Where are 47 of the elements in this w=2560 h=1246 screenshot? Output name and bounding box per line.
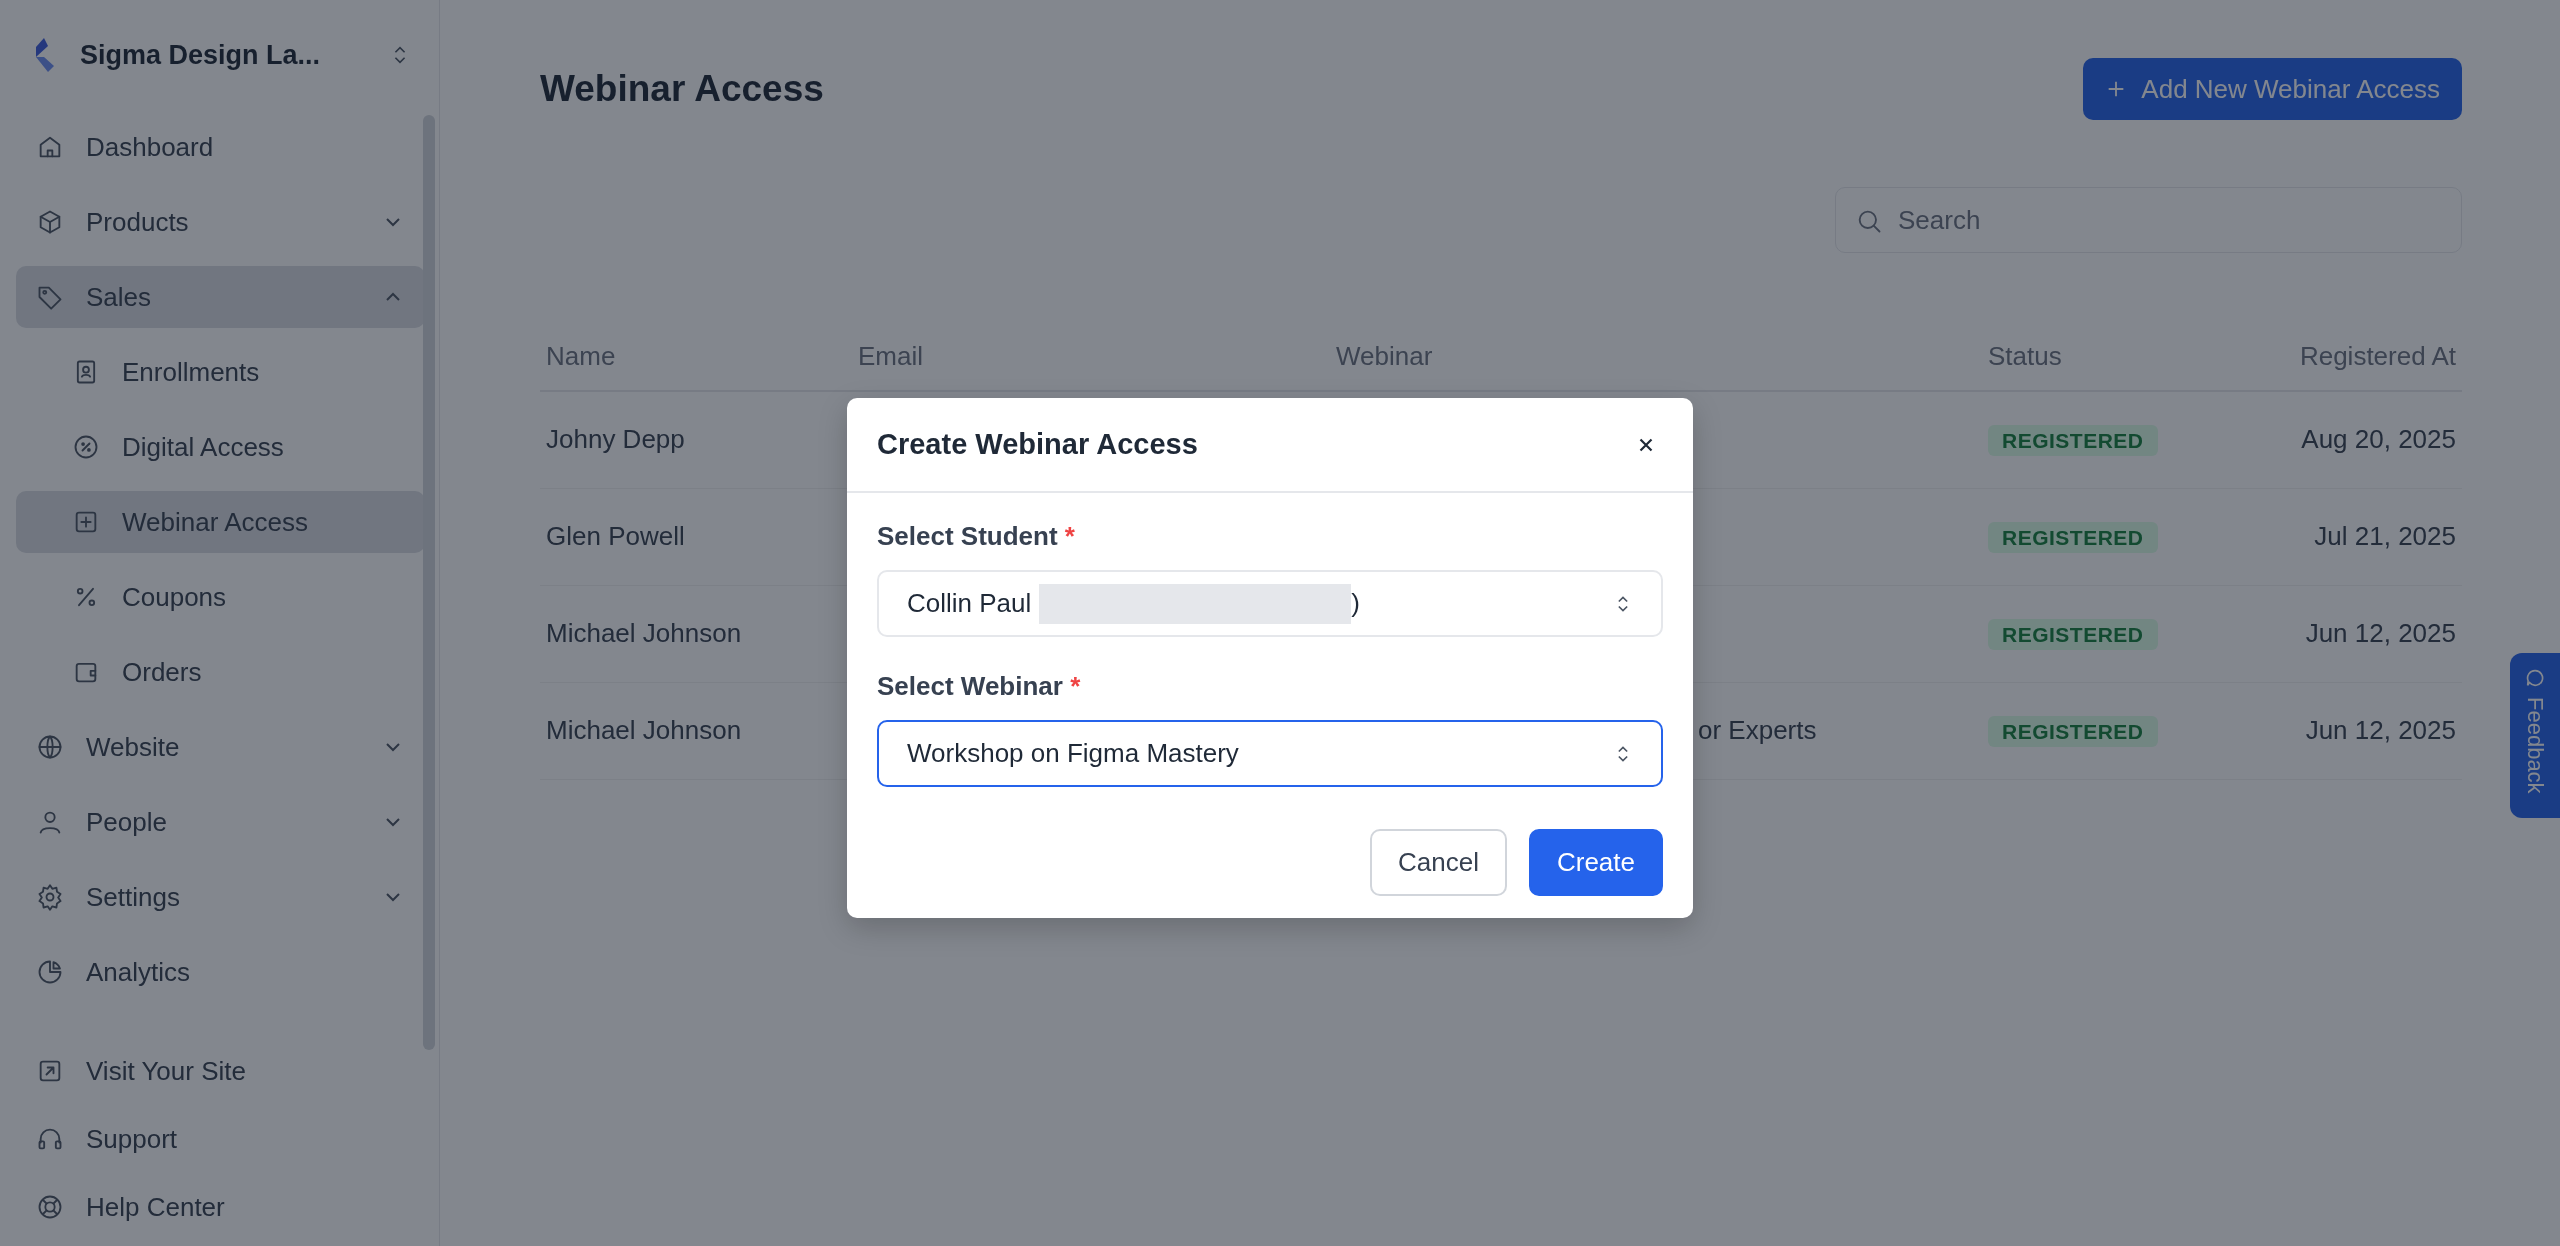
discount-icon: [72, 433, 100, 461]
workspace-name: Sigma Design La...: [80, 38, 322, 72]
field-label: Select Student *: [877, 520, 1076, 553]
sidebar-item[interactable]: People: [16, 791, 425, 853]
sidebar-link[interactable]: Visit Your Site: [16, 1043, 425, 1099]
column-header: Name: [540, 323, 852, 391]
status-badge: REGISTERED: [1988, 522, 2158, 553]
status-badge: REGISTERED: [1988, 716, 2158, 747]
date-cell: Jul 21, 2025: [2282, 488, 2462, 585]
feedback-tab[interactable]: Feedback: [2510, 653, 2560, 818]
sidebar-item[interactable]: Webinar Access: [16, 491, 425, 553]
sidebar-item[interactable]: Coupons: [16, 566, 425, 628]
sidebar-item[interactable]: Orders: [16, 641, 425, 703]
sidebar-item[interactable]: Analytics: [16, 941, 425, 1003]
column-header: Webinar: [1330, 323, 1982, 391]
date-cell: Aug 20, 2025: [2282, 391, 2462, 488]
sidebar-item[interactable]: Sales: [16, 266, 425, 328]
field-label: Select Webinar *: [877, 670, 1082, 703]
sidebar-item[interactable]: Products: [16, 191, 425, 253]
dialog-title: Create Webinar Access: [877, 427, 1198, 462]
cancel-button[interactable]: Cancel: [1370, 829, 1507, 896]
settings-icon: [36, 883, 64, 911]
add-webinar-access-button[interactable]: Add New Webinar Access: [2083, 58, 2462, 120]
page-title: Webinar Access: [540, 66, 824, 111]
select-field[interactable]: Collin Paul ): [877, 570, 1663, 637]
column-header: Status: [1982, 323, 2282, 391]
sidebar-link[interactable]: Support: [16, 1111, 425, 1167]
logo-icon: [34, 38, 56, 72]
search-field[interactable]: Search: [1835, 187, 2462, 253]
chat-bubble-icon: [2524, 667, 2546, 689]
status-badge: REGISTERED: [1988, 425, 2158, 457]
sidebar-item[interactable]: Digital Access: [16, 416, 425, 478]
column-header: Registered At: [2282, 323, 2462, 391]
column-header: Email: [852, 323, 1330, 391]
sidebar-item[interactable]: Enrollments: [16, 341, 425, 403]
globe-icon: [36, 733, 64, 761]
sidebar-item[interactable]: Dashboard: [16, 116, 425, 178]
select-field[interactable]: Workshop on Figma Mastery: [877, 720, 1663, 787]
sidebar-item[interactable]: Website: [16, 716, 425, 778]
sidebar-link[interactable]: Help Center: [16, 1179, 425, 1235]
status-badge: REGISTERED: [1988, 619, 2158, 650]
lifebuoy-icon: [36, 1193, 64, 1221]
date-cell: Jun 12, 2025: [2282, 682, 2462, 779]
create-button[interactable]: Create: [1528, 829, 1663, 896]
pie-chart-icon: [36, 958, 64, 986]
date-cell: Jun 12, 2025: [2282, 585, 2462, 682]
sidebar-item[interactable]: Settings: [16, 866, 425, 928]
